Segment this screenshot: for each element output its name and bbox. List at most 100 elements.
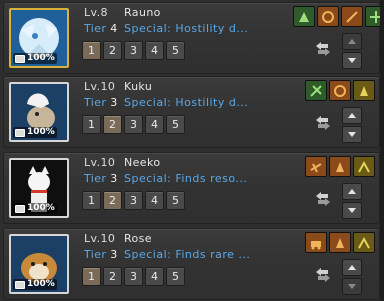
affinity-badge: 100% (13, 203, 57, 214)
companion-special: Special: Hostility d... (124, 22, 249, 35)
reorder-controls (342, 259, 362, 297)
level-box-5[interactable]: 5 (166, 115, 185, 134)
level-box-3[interactable]: 3 (124, 115, 143, 134)
level-box-1[interactable]: 1 (82, 41, 101, 60)
skill-icon[interactable] (353, 80, 375, 101)
arrow-up-icon[interactable] (342, 107, 362, 124)
reorder-controls (342, 183, 362, 221)
companion-tier: Tier 3 (84, 96, 118, 109)
arrow-down-icon[interactable] (342, 202, 362, 219)
companion-list: 100% Lv.8 Rauno Tier 4 Special: Hostilit… (0, 0, 384, 301)
ticket-icon (15, 204, 25, 213)
companion-special: Special: Hostility d... (124, 96, 249, 109)
skill-icon[interactable] (329, 80, 351, 101)
companion-name: Kuku (124, 80, 153, 93)
companion-special: Special: Finds reso... (124, 172, 248, 185)
companion-level: Lv.8 (84, 6, 108, 19)
companion-level: Lv.10 (84, 80, 116, 93)
level-box-4[interactable]: 4 (145, 191, 164, 210)
companion-special: Special: Finds rare ... (124, 248, 251, 261)
companion-tier: Tier 3 (84, 172, 118, 185)
scrollbar[interactable] (380, 0, 384, 301)
level-box-2[interactable]: 2 (103, 191, 122, 210)
level-box-3[interactable]: 3 (124, 267, 143, 286)
skill-icon[interactable] (305, 232, 327, 253)
tier-number: 3 (110, 248, 118, 261)
companion-row-neeko[interactable]: 100% Lv.10 Neeko Tier 3 Special: Finds r… (3, 152, 380, 224)
level-box-5[interactable]: 5 (166, 41, 185, 60)
level-box-2[interactable]: 2 (103, 267, 122, 286)
companion-row-rose[interactable]: 100% Lv.10 Rose Tier 3 Special: Finds ra… (3, 228, 380, 300)
arrow-down-icon[interactable] (342, 278, 362, 295)
ticket-icon (15, 54, 25, 63)
companion-row-rauno[interactable]: 100% Lv.8 Rauno Tier 4 Special: Hostilit… (3, 2, 384, 74)
affinity-value: 100% (27, 279, 55, 289)
skill-icon[interactable] (329, 232, 351, 253)
level-box-4[interactable]: 4 (145, 41, 164, 60)
affinity-value: 100% (27, 127, 55, 137)
tier-label: Tier (84, 172, 107, 185)
ticket-icon (15, 128, 25, 137)
reorder-controls (342, 107, 362, 145)
affinity-badge: 100% (13, 127, 57, 138)
level-selector: 1 2 3 4 5 (82, 191, 185, 210)
swap-icon[interactable] (310, 111, 335, 135)
level-box-5[interactable]: 5 (166, 191, 185, 210)
companion-portrait[interactable]: 100% (9, 158, 69, 218)
companion-name: Neeko (124, 156, 161, 169)
arrow-up-icon[interactable] (342, 33, 362, 50)
skill-icon[interactable] (317, 6, 339, 27)
tier-label: Tier (84, 22, 107, 35)
level-box-4[interactable]: 4 (145, 267, 164, 286)
companion-row-kuku[interactable]: 100% Lv.10 Kuku Tier 3 Special: Hostilit… (3, 76, 380, 148)
companion-level: Lv.10 (84, 232, 116, 245)
skill-icon[interactable] (341, 6, 363, 27)
skill-icon[interactable] (353, 232, 375, 253)
companion-tier: Tier 4 (84, 22, 118, 35)
companion-tier: Tier 3 (84, 248, 118, 261)
level-box-1[interactable]: 1 (82, 115, 101, 134)
level-box-5[interactable]: 5 (166, 267, 185, 286)
tier-number: 3 (110, 96, 118, 109)
companion-name: Rauno (124, 6, 161, 19)
skill-icon[interactable] (293, 6, 315, 27)
arrow-down-icon[interactable] (342, 52, 362, 69)
swap-icon[interactable] (310, 37, 335, 61)
companion-portrait[interactable]: 100% (9, 82, 69, 142)
skill-icons (305, 232, 375, 253)
swap-icon[interactable] (310, 187, 335, 211)
level-box-2[interactable]: 2 (103, 41, 122, 60)
skill-icon[interactable] (353, 156, 375, 177)
level-selector: 1 2 3 4 5 (82, 115, 185, 134)
level-box-1[interactable]: 1 (82, 267, 101, 286)
tier-number: 3 (110, 172, 118, 185)
skill-icons (305, 156, 375, 177)
level-selector: 1 2 3 4 5 (82, 267, 185, 286)
affinity-badge: 100% (13, 279, 57, 290)
affinity-value: 100% (27, 203, 55, 213)
swap-icon[interactable] (310, 263, 335, 287)
arrow-up-icon[interactable] (342, 259, 362, 276)
arrow-down-icon[interactable] (342, 126, 362, 143)
arrow-up-icon[interactable] (342, 183, 362, 200)
level-box-1[interactable]: 1 (82, 191, 101, 210)
reorder-controls (342, 33, 362, 71)
level-box-3[interactable]: 3 (124, 41, 143, 60)
skill-icon[interactable] (305, 156, 327, 177)
level-selector: 1 2 3 4 5 (82, 41, 185, 60)
skill-icons (293, 6, 384, 27)
companion-level: Lv.10 (84, 156, 116, 169)
companion-portrait[interactable]: 100% (9, 8, 69, 68)
level-box-3[interactable]: 3 (124, 191, 143, 210)
companion-portrait[interactable]: 100% (9, 234, 69, 294)
level-box-2[interactable]: 2 (103, 115, 122, 134)
skill-icon[interactable] (329, 156, 351, 177)
tier-label: Tier (84, 96, 107, 109)
ticket-icon (15, 280, 25, 289)
skill-icons (305, 80, 375, 101)
level-box-4[interactable]: 4 (145, 115, 164, 134)
affinity-badge: 100% (13, 53, 57, 64)
companion-name: Rose (124, 232, 152, 245)
affinity-value: 100% (27, 53, 55, 63)
skill-icon[interactable] (305, 80, 327, 101)
